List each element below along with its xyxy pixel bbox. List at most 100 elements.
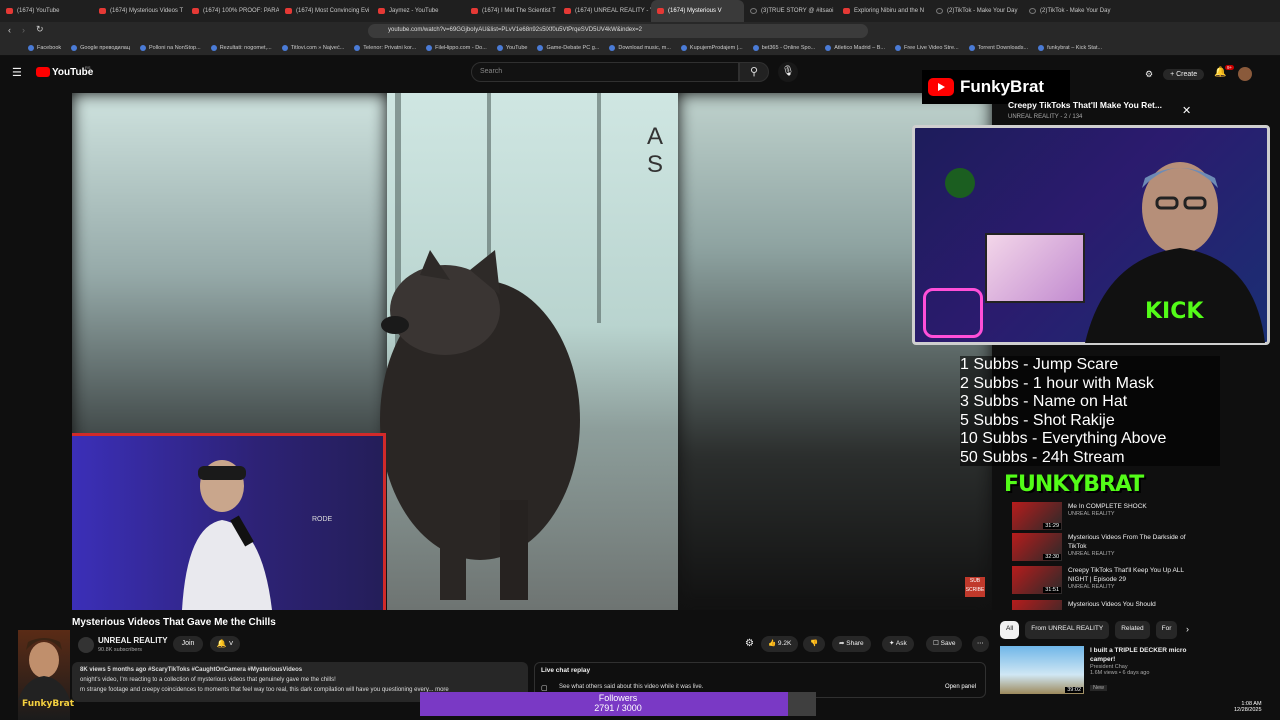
browser-tab[interactable]: (1674) Mysterious Videos T [93,0,186,22]
playlist-item[interactable]: Mysterious Videos You Should [1012,600,1197,610]
ask-button[interactable]: ✦ Ask [882,636,914,652]
save-button[interactable]: ☐ Save [926,636,963,652]
bookmark-label: Download music, m... [618,44,671,51]
playlist-title[interactable]: Creepy TikToks That'll Make You Ret... [1008,100,1162,110]
playlist-thumbnail[interactable]: 31:51 [1012,566,1062,594]
gear-icon[interactable]: ⚙ [745,638,754,649]
dislike-icon[interactable]: 👎 [803,636,826,652]
bookmark-item[interactable]: Download music, m... [609,44,671,51]
bookmark-item[interactable]: Atletico Madrid – B... [825,44,885,51]
duration-badge: 39:02 [1065,687,1083,693]
chip-all[interactable]: All [1000,621,1020,639]
bookmark-label: Facebook [37,44,62,51]
avatar[interactable] [1238,67,1253,81]
playlist-thumbnail[interactable]: 32:30 [1012,533,1062,561]
bookmark-item[interactable]: KupujemProdajem |... [680,44,743,51]
recommended-thumbnail[interactable]: 39:02 [1000,646,1084,694]
bookmark-item[interactable]: Rezultati: nogomet,... [210,44,272,51]
bell-icon[interactable]: 🔔 9+ [1214,65,1235,81]
bookmark-item[interactable]: Facebook [28,44,62,51]
bookmark-item[interactable]: Torrent Downloads... [968,44,1028,51]
browser-tab[interactable]: Jaymez - YouTube [372,0,465,22]
playlist-item-title: Mysterious Videos From The Darkside of T… [1068,534,1186,550]
bookmark-item[interactable]: Telenor: Privatni kor... [354,44,416,51]
playlist-thumbnail[interactable]: 31:29 [1012,502,1062,530]
bookmark-item[interactable]: Titlovi.com » Najveć... [281,44,344,51]
kick-brand-logo: FUNKYBRAT [1004,472,1144,497]
forward-icon[interactable]: › [22,25,25,35]
bookmark-item[interactable]: funkybrat – Kick Stat... [1038,44,1102,51]
bookmark-item[interactable]: FileHippo.com - Do... [426,44,487,51]
bookmark-item[interactable]: bet365 - Online Spo... [752,44,815,51]
tab-favicon-icon [378,8,385,14]
address-bar[interactable]: youtube.com/watch?v=69GGjboIyAU&list=PLv… [368,24,868,38]
recommended-video[interactable]: 39:02 I built a TRIPLE DECKER micro camp… [1000,646,1195,694]
bookmark-favicon-icon [1038,44,1045,51]
back-icon[interactable]: ‹ [8,25,11,35]
sub-goal-item: 5 Subbs - Shot Rakije [960,411,1115,429]
bookmark-item[interactable]: YouTube [496,44,527,51]
chevron-right-icon[interactable]: › [1186,624,1189,634]
bookmark-favicon-icon [281,44,288,51]
duration-badge: 31:29 [1043,523,1061,529]
bookmark-item[interactable]: Polloni na NonStop... [140,44,201,51]
browser-tab[interactable]: (1674) I Met The Scientist T [465,0,558,22]
bookmark-item[interactable]: Google преводилац [71,44,130,51]
neon-light [923,288,983,338]
region-badge: RS [85,65,91,70]
chip-related[interactable]: Related [1115,621,1150,639]
bookmark-favicon-icon [210,44,217,51]
bookmark-icon: ☐ [933,640,939,647]
sub-goals-overlay: 1 Subbs - Jump Scare 2 Subbs - 1 hour wi… [960,356,1220,466]
search-icon[interactable]: ⚲ [739,62,769,82]
browser-tab[interactable]: (2)TikTok - Make Your Day [1023,0,1116,22]
browser-tab[interactable]: (1674) UNREAL REALITY - Y [558,0,651,22]
reload-icon[interactable]: ↻ [36,24,44,35]
subscribe-bell-icon[interactable]: 🔔 ˅ [210,636,240,652]
chip-for-you[interactable]: For [1155,621,1178,639]
browser-tab[interactable]: (1674) Most Convincing Evi [279,0,372,22]
close-icon[interactable]: ✕ [1182,104,1191,117]
playlist-item-channel: UNREAL REALITY [1068,551,1115,557]
mic-icon[interactable]: 🎙 [778,62,798,82]
hamburger-icon[interactable]: ☰ [12,66,22,79]
join-button[interactable]: Join [173,636,203,652]
like-icon: 👍 [768,640,777,647]
subscribe-watermark-icon[interactable]: SUB SCRIBE [965,577,985,597]
bookmark-label: Game-Debate PC g... [546,44,600,51]
like-button[interactable]: 👍 9.2K [761,636,799,652]
playlist-item[interactable]: 31:51 Creepy TikToks That'll Keep You Up… [1012,566,1197,600]
youtube-logo-icon[interactable] [36,67,50,77]
bookmark-item[interactable]: Free Live Video Stre... [894,44,959,51]
tab-label: (3)TRUE STORY @ #itsaoi [761,8,834,14]
tab-label: Exploring Nibiru and the N [854,8,925,14]
more-icon[interactable]: ⋯ [972,636,989,652]
share-button[interactable]: ➦ Share [832,636,871,652]
channel-name[interactable]: UNREAL REALITY [98,636,168,645]
browser-tab[interactable]: Exploring Nibiru and the N [837,0,930,22]
open-panel-button[interactable]: Open panel [945,684,976,690]
chip-channel[interactable]: From UNREAL REALITY [1025,621,1110,639]
browser-tab[interactable]: (1674) YouTube [0,0,93,22]
system-clock: 1:08 AM 12/28/2025 [1234,701,1262,713]
video-title: Mysterious Videos That Gave Me the Chill… [72,617,276,628]
bookmark-item[interactable]: Game-Debate PC g... [537,44,600,51]
playlist-item[interactable]: 31:29 Me In COMPLETE SHOCK UNREAL REALITY [1012,502,1197,536]
cast-icon[interactable]: ⚙ [1145,69,1153,80]
browser-tab[interactable]: (2)TikTok - Make Your Day [930,0,1023,22]
browser-tab[interactable]: (1674) Mysterious V [651,0,744,22]
live-chat-subtitle: See what others said about this video wh… [559,684,704,690]
create-button[interactable]: + Create [1163,68,1205,80]
bookmark-favicon-icon [28,44,34,51]
notification-badge: 9+ [1225,65,1235,70]
channel-avatar[interactable] [78,637,94,653]
sub-goal-item: 3 Subbs - Name on Hat [960,393,1128,410]
search-input[interactable]: Search [471,62,739,82]
playlist-item[interactable]: 32:30 Mysterious Videos From The Darksid… [1012,533,1197,567]
playlist-item-channel: UNREAL REALITY [1068,511,1115,517]
playlist-thumbnail[interactable] [1012,600,1062,610]
bookmark-favicon-icon [140,44,147,51]
browser-tab[interactable]: (3)TRUE STORY @ #itsaoi [744,0,837,22]
bookmark-favicon-icon [496,44,503,51]
browser-tab[interactable]: (1674) 100% PROOF: PARAN [186,0,279,22]
